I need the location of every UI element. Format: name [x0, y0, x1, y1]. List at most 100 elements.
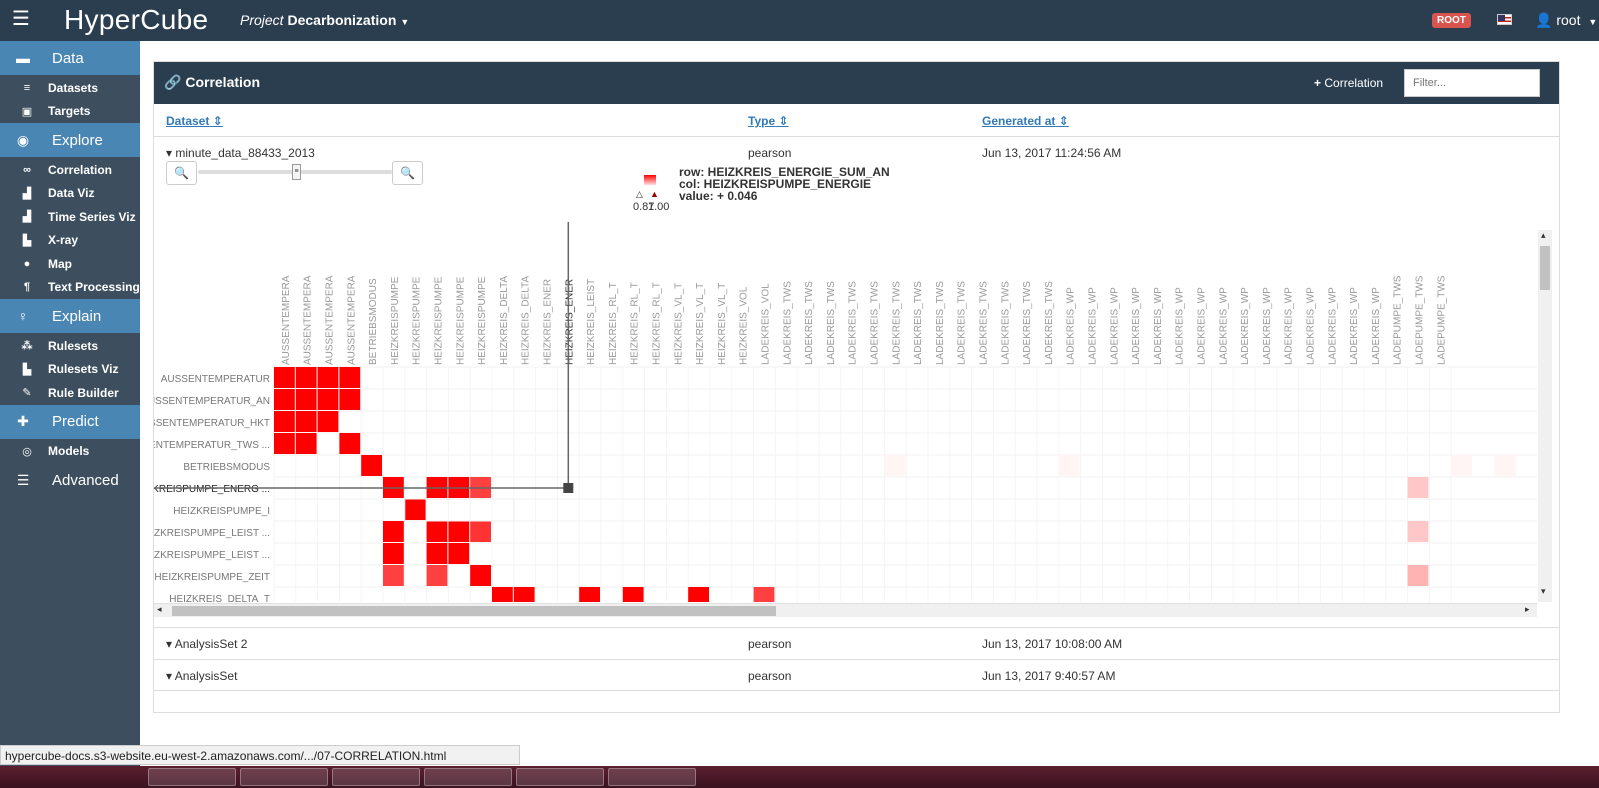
taskbar-button[interactable] [516, 768, 604, 786]
matrix-col-label[interactable]: HEIZKREIS_RL_T [630, 282, 641, 365]
matrix-col-label[interactable]: LADEKREIS_TWS [1044, 281, 1055, 365]
matrix-cell[interactable] [1058, 455, 1080, 476]
matrix-cell[interactable] [470, 565, 491, 586]
matrix-row-label[interactable]: AUSSENTEMPERATUR_TWS ... [154, 440, 270, 451]
matrix-cell[interactable] [1407, 477, 1429, 498]
taskbar-button[interactable] [148, 768, 236, 786]
horizontal-scroll-thumb[interactable] [172, 606, 776, 616]
matrix-cell[interactable] [274, 389, 295, 410]
sidebar-item-targets[interactable]: ▣ Targets [0, 100, 140, 124]
taskbar-button[interactable] [424, 768, 512, 786]
sidebar-item-text-processing[interactable]: ¶ Text Processing [0, 276, 140, 300]
scroll-up-icon[interactable]: ▴ [1541, 230, 1546, 241]
matrix-col-label[interactable]: HEIZKREIS_VL_T [695, 283, 706, 365]
matrix-col-label[interactable]: LADEKREIS_WP [1240, 287, 1251, 365]
matrix-row-label[interactable]: BETRIEBSMODUS [183, 462, 270, 473]
matrix-col-label[interactable]: BETRIEBSMODUS [368, 278, 379, 365]
matrix-col-label[interactable]: LADEKREIS_TWS [979, 281, 990, 365]
taskbar-button[interactable] [332, 768, 420, 786]
matrix-cell[interactable] [317, 411, 339, 432]
matrix-col-label[interactable]: HEIZKREIS_LEIST [586, 279, 597, 365]
dataset-row-toggle[interactable]: ▾ AnalysisSet 2 [166, 637, 247, 651]
matrix-col-label[interactable]: LADEPUMPE_TWS [1436, 275, 1447, 365]
matrix-row-label[interactable]: AUSSENTEMPERATUR_HKT [154, 418, 270, 429]
sidebar-section-data[interactable]: ▬ Data [0, 41, 140, 76]
matrix-cell[interactable] [1494, 455, 1516, 476]
matrix-col-label[interactable]: HEIZKREIS_RL_T [652, 282, 663, 365]
matrix-col-label[interactable]: AUSSENTEMPERA [303, 275, 314, 365]
matrix-col-label[interactable]: HEIZKREIS_VL_T [673, 283, 684, 365]
matrix-col-label[interactable]: LADEKREIS_TWS [870, 281, 881, 365]
matrix-col-label[interactable]: LADEKREIS_WP [1371, 287, 1382, 365]
sidebar-item-models[interactable]: ◎ Models [0, 440, 140, 464]
matrix-cell[interactable] [383, 543, 404, 564]
vertical-scroll-thumb[interactable] [1540, 246, 1550, 290]
taskbar-button[interactable] [240, 768, 328, 786]
zoom-slider-handle[interactable]: ≡ [292, 164, 301, 180]
matrix-cell[interactable] [295, 433, 317, 454]
dataset-row-toggle[interactable]: ▾ AnalysisSet [166, 669, 237, 683]
matrix-col-label[interactable]: LADEKREIS_WP [1131, 287, 1142, 365]
matrix-col-label[interactable]: LADEKREIS_WP [1066, 287, 1077, 365]
matrix-cell[interactable] [492, 587, 513, 602]
sidebar-section-predict[interactable]: ✚ Predict [0, 404, 140, 440]
matrix-cell[interactable] [295, 389, 317, 410]
legend-max-marker-icon[interactable]: ▲ [650, 189, 659, 199]
column-header-dataset[interactable]: Dataset ⇕ [166, 114, 223, 128]
brand-logo[interactable]: HyperCube [64, 4, 208, 36]
taskbar-button[interactable] [608, 768, 696, 786]
matrix-col-label[interactable]: AUSSENTEMPERA [346, 275, 357, 365]
scroll-left-icon[interactable]: ◂ [157, 604, 162, 615]
scroll-right-icon[interactable]: ▸ [1525, 604, 1530, 615]
horizontal-scrollbar[interactable]: ◂ ▸ [154, 603, 1537, 617]
matrix-col-label[interactable]: LADEKREIS_TWS [826, 281, 837, 365]
sidebar-item-rulesets-viz[interactable]: ▙ Rulesets Viz [0, 358, 140, 382]
matrix-cell[interactable] [339, 367, 361, 388]
matrix-cell[interactable] [339, 433, 361, 454]
matrix-col-label[interactable]: LADEPUMPE_TWS [1415, 275, 1426, 365]
sidebar-item-correlation[interactable]: ∞ Correlation [0, 158, 140, 182]
matrix-col-label[interactable]: HEIZKREIS_DELTA [521, 276, 532, 365]
matrix-col-label[interactable]: LADEKREIS_WP [1262, 287, 1273, 365]
matrix-col-label[interactable]: LADEKREIS_TWS [782, 281, 793, 365]
matrix-row-label[interactable]: HEIZKREISPUMPE_ZEIT [154, 572, 270, 583]
matrix-row-label[interactable]: HEIZKREISPUMPE_LEIST ... [154, 550, 270, 561]
matrix-cell[interactable] [295, 411, 317, 432]
zoom-out-button[interactable]: 🔍 [166, 161, 197, 185]
matrix-col-label[interactable]: LADEKREIS_WP [1197, 287, 1208, 365]
matrix-cell[interactable] [1451, 455, 1472, 476]
matrix-col-label[interactable]: LADEKREIS_TWS [957, 281, 968, 365]
matrix-col-label[interactable]: AUSSENTEMPERA [325, 275, 336, 365]
column-header-type[interactable]: Type ⇕ [748, 114, 789, 128]
sidebar-section-explore[interactable]: ◉ Explore [0, 123, 140, 158]
matrix-col-label[interactable]: HEIZKREISPUMPE [455, 276, 466, 365]
matrix-cell[interactable] [339, 389, 361, 410]
matrix-row-label[interactable]: AUSSENTEMPERATUR [161, 374, 270, 385]
matrix-cell[interactable] [753, 587, 775, 602]
language-flag-icon[interactable] [1497, 14, 1512, 25]
matrix-cell[interactable] [884, 455, 906, 476]
filter-input[interactable] [1404, 69, 1540, 97]
sidebar-item-datasets[interactable]: ≡ Datasets [0, 76, 140, 100]
matrix-col-label[interactable]: HEIZKREISPUMPE [412, 276, 423, 365]
matrix-cell[interactable] [404, 499, 426, 520]
sidebar-item-x-ray[interactable]: ▙ X-ray [0, 229, 140, 253]
matrix-col-label[interactable]: HEIZKREISPUMPE [434, 276, 445, 365]
matrix-cell[interactable] [1407, 565, 1429, 586]
matrix-cell[interactable] [426, 543, 448, 564]
matrix-row-label[interactable]: HEIZKREISPUMPE_ENERG ... [154, 484, 270, 495]
matrix-col-label[interactable]: LADEKREIS_WP [1088, 287, 1099, 365]
matrix-cell[interactable] [383, 521, 404, 542]
matrix-col-label[interactable]: LADEKREIS_WP [1349, 287, 1360, 365]
sidebar-item-map[interactable]: ● Map [0, 252, 140, 276]
add-correlation-button[interactable]: + Correlation [1314, 76, 1383, 90]
matrix-col-label[interactable]: LADEKREIS_TWS [1022, 281, 1033, 365]
matrix-cell[interactable] [1407, 521, 1429, 542]
sidebar-section-explain[interactable]: ♀ Explain [0, 299, 140, 334]
vertical-scrollbar[interactable]: ▴ ▾ [1538, 230, 1552, 602]
matrix-col-label[interactable]: LADEKREIS_TWS [804, 281, 815, 365]
matrix-cell[interactable] [274, 433, 295, 454]
matrix-col-label[interactable]: LADEKREIS_WP [1175, 287, 1186, 365]
matrix-cell[interactable] [317, 389, 339, 410]
matrix-cell[interactable] [426, 565, 448, 586]
